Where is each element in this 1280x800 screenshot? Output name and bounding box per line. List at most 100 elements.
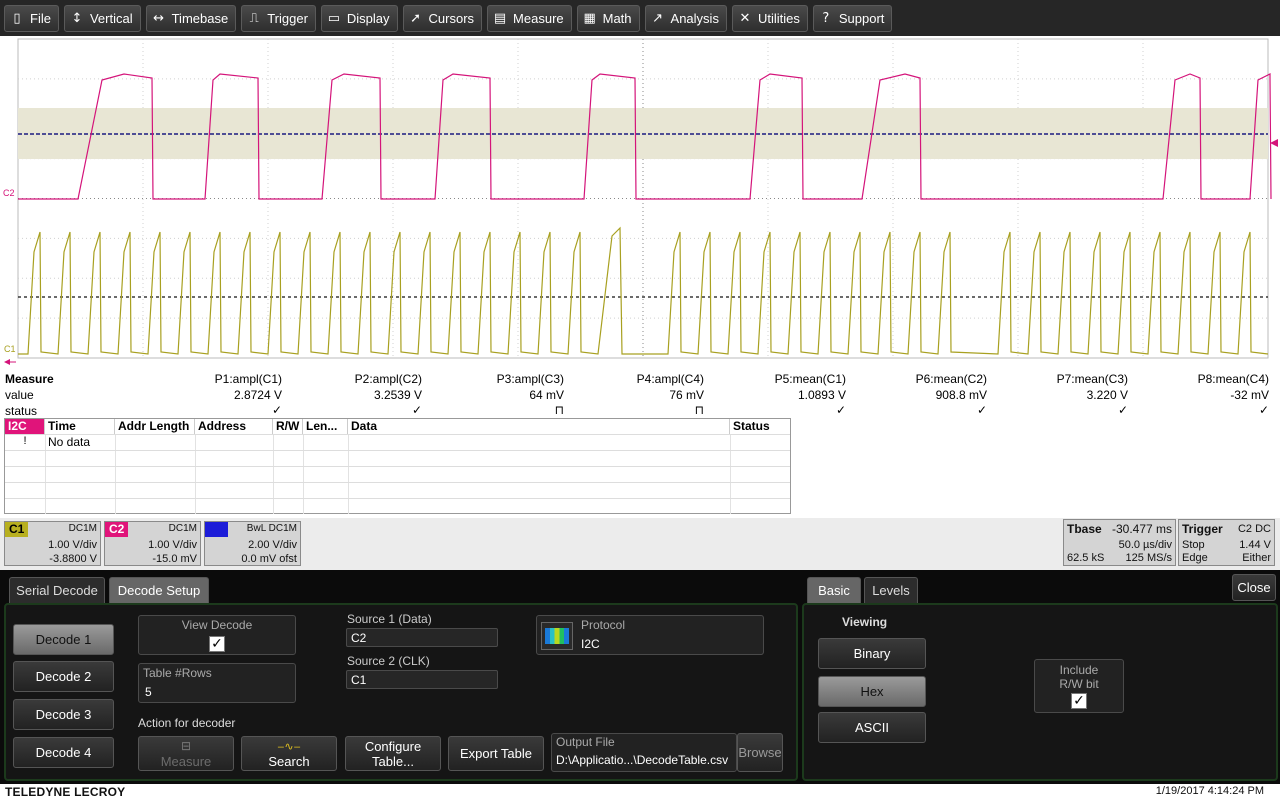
menu-analysis-button[interactable]: ↗ Analysis bbox=[644, 4, 727, 32]
menu-label: Measure bbox=[513, 10, 564, 26]
measure-status-label: status bbox=[5, 404, 38, 418]
close-button[interactable]: Close bbox=[1232, 574, 1276, 601]
menu-label: Utilities bbox=[757, 10, 800, 26]
menu-trigger-button[interactable]: ⎍ Trigger bbox=[241, 4, 316, 32]
column-header-address[interactable]: Address bbox=[195, 419, 273, 434]
measure-param-name: P5:mean(C1) bbox=[774, 372, 846, 386]
export-table-button[interactable]: Export Table bbox=[448, 736, 544, 771]
menu-cursors-button[interactable]: ➚ Cursors bbox=[402, 4, 483, 32]
menu-timebase-button[interactable]: ↔ Timebase bbox=[145, 4, 237, 32]
decode-3-button[interactable]: Decode 3 bbox=[13, 699, 114, 730]
measure-icon: ▤ bbox=[493, 10, 507, 26]
measure-param-status: ✓ bbox=[411, 403, 422, 417]
menu-label: Display bbox=[346, 10, 390, 26]
trigger-position-marker-icon[interactable] bbox=[4, 359, 10, 365]
measure-action-button[interactable]: ⊟ Measure bbox=[138, 736, 234, 771]
waveform-display[interactable]: C2 C1 bbox=[0, 36, 1280, 370]
configure-table-button[interactable]: Configure Table... bbox=[345, 736, 441, 771]
menu-utilities-button[interactable]: ✕ Utilities bbox=[731, 4, 808, 32]
measure-param-name: P7:mean(C3) bbox=[1056, 372, 1128, 386]
view-decode-box[interactable]: View Decode ✓ bbox=[138, 615, 296, 655]
search-action-button[interactable]: ‒∿‒ Search bbox=[241, 736, 337, 771]
menu-display-button[interactable]: ▭ Display bbox=[320, 4, 398, 32]
measure-param-name: P6:mean(C2) bbox=[915, 372, 987, 386]
channel-coupling: DC1M bbox=[168, 523, 197, 534]
channel-c1-descriptor[interactable]: C1 DC1M 1.00 V/div -3.8800 V bbox=[4, 521, 101, 566]
viewing-ascii-button[interactable]: ASCII bbox=[818, 712, 926, 743]
column-header-time[interactable]: Time bbox=[45, 419, 115, 434]
menu-measure-button[interactable]: ▤ Measure bbox=[487, 4, 572, 32]
channel-c3-descriptor[interactable]: C3 BwL DC1M 2.00 V/div 0.0 mV ofst bbox=[204, 521, 301, 566]
brand-logo: TELEDYNE LECROY bbox=[5, 785, 126, 799]
channel-tag: C3 bbox=[205, 522, 229, 537]
decode-1-button[interactable]: Decode 1 bbox=[13, 624, 114, 655]
measure-param-status: ✓ bbox=[835, 403, 846, 417]
datetime-display: 1/19/2017 4:14:24 PM bbox=[1155, 785, 1264, 797]
column-header-length[interactable]: Len... bbox=[303, 419, 348, 434]
menu-bar: ▯ File ↕ Vertical ↔ Timebase ⎍ Trigger ▭ Display ➚… bbox=[0, 0, 1280, 36]
tab-decode-setup[interactable]: Decode Setup bbox=[109, 577, 209, 603]
output-file-box[interactable]: Output File D:\Applicatio...\DecodeTable… bbox=[551, 733, 737, 772]
measure-param-value: 2.8724 V bbox=[233, 388, 282, 402]
waveform-grid[interactable]: C2 C1 bbox=[0, 36, 1280, 370]
analysis-chart-icon: ↗ bbox=[652, 10, 663, 26]
view-decode-checkbox[interactable]: ✓ bbox=[209, 636, 225, 652]
include-rw-box[interactable]: Include R/W bit ✓ bbox=[1034, 659, 1124, 713]
timebase-samples: 62.5 kS bbox=[1067, 552, 1105, 564]
tab-levels[interactable]: Levels bbox=[864, 577, 918, 603]
column-header-status[interactable]: Status bbox=[730, 419, 790, 434]
measure-param-value: 3.220 V bbox=[1086, 388, 1128, 402]
protocol-box[interactable]: Protocol I2C bbox=[536, 615, 764, 655]
tab-basic[interactable]: Basic bbox=[807, 577, 861, 603]
measure-param-name: P1:ampl(C1) bbox=[214, 372, 282, 386]
protocol-icon bbox=[541, 622, 573, 650]
table-rows-label: Table #Rows bbox=[143, 666, 212, 680]
measure-param-status: ✓ bbox=[1258, 403, 1269, 417]
channel-c2-descriptor[interactable]: C2 DC1M 1.00 V/div -15.0 mV bbox=[104, 521, 201, 566]
source2-select[interactable]: C1 bbox=[346, 670, 498, 689]
column-header-addr-length[interactable]: Addr Length bbox=[115, 419, 195, 434]
measure-table[interactable]: Measure value status P1:ampl(C1) 2.8724 V… bbox=[0, 370, 1280, 418]
viewing-hex-button[interactable]: Hex bbox=[818, 676, 926, 707]
c2-trace-label: C2 bbox=[3, 188, 15, 198]
measure-param-value: 908.8 mV bbox=[935, 388, 987, 402]
source1-select[interactable]: C2 bbox=[346, 628, 498, 647]
menu-support-button[interactable]: ? Support bbox=[812, 4, 893, 32]
include-rw-checkbox[interactable]: ✓ bbox=[1071, 693, 1087, 709]
menu-math-button[interactable]: ▦ Math bbox=[576, 4, 640, 32]
display-icon: ▭ bbox=[327, 10, 341, 26]
viewing-binary-button[interactable]: Binary bbox=[818, 638, 926, 669]
channel-offset: 0.0 mV ofst bbox=[241, 553, 297, 565]
decode-4-button[interactable]: Decode 4 bbox=[13, 737, 114, 768]
decode-table-area: I2C Time Addr Length Address R/W Len... … bbox=[0, 418, 1280, 518]
table-rows-value: 5 bbox=[145, 685, 152, 699]
timebase-delay: -30.477 ms bbox=[1111, 522, 1172, 536]
browse-button[interactable]: Browse bbox=[737, 733, 783, 772]
measure-param-status: ⊓ bbox=[554, 403, 564, 417]
dialog-area: Serial Decode Decode Setup Decode 1 Deco… bbox=[0, 570, 1280, 784]
trigger-descriptor[interactable]: Trigger C2 DC Stop 1.44 V Edge Either bbox=[1178, 519, 1275, 566]
column-header-rw[interactable]: R/W bbox=[273, 419, 303, 434]
measure-title: Measure bbox=[5, 372, 54, 386]
column-header-data[interactable]: Data bbox=[348, 419, 730, 434]
trigger-level-marker-icon[interactable] bbox=[1270, 139, 1278, 147]
decode-table[interactable]: I2C Time Addr Length Address R/W Len... … bbox=[4, 418, 791, 514]
output-file-value: D:\Applicatio...\DecodeTable.csv bbox=[556, 753, 729, 767]
source2-label: Source 2 (CLK) bbox=[347, 654, 430, 668]
timebase-descriptor[interactable]: Tbase -30.477 ms 50.0 µs/div 62.5 kS 125… bbox=[1063, 519, 1176, 566]
trigger-slope: Either bbox=[1242, 552, 1271, 564]
source1-label: Source 1 (Data) bbox=[347, 612, 432, 626]
tools-icon: ✕ bbox=[739, 10, 751, 26]
measure-param-value: 3.2539 V bbox=[373, 388, 422, 402]
measure-param-name: P8:mean(C4) bbox=[1197, 372, 1269, 386]
measure-param-status: ✓ bbox=[976, 403, 987, 417]
channel-coupling: DC1M bbox=[68, 523, 97, 534]
measure-param-value: 76 mV bbox=[669, 388, 704, 402]
menu-file-button[interactable]: ▯ File bbox=[4, 4, 59, 32]
decode-2-button[interactable]: Decode 2 bbox=[13, 661, 114, 692]
channel-tag: C2 bbox=[105, 522, 129, 537]
menu-vertical-button[interactable]: ↕ Vertical bbox=[63, 4, 141, 32]
vertical-arrows-icon: ↕ bbox=[71, 10, 83, 26]
tab-serial-decode[interactable]: Serial Decode bbox=[9, 577, 105, 603]
table-rows-box[interactable]: Table #Rows 5 bbox=[138, 663, 296, 703]
